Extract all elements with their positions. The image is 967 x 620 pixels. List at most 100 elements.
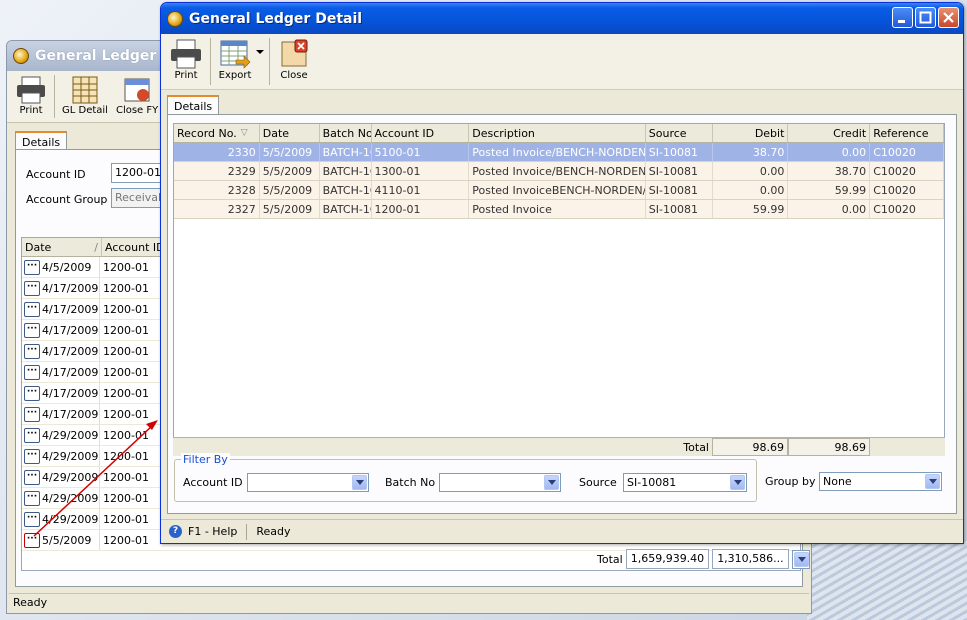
row-date: 4/29/2009 [42, 449, 99, 463]
account-id-label: Account ID [183, 476, 243, 489]
cell-batch-no: BATCH-1C [320, 162, 372, 180]
minimize-icon [898, 20, 905, 23]
row-account-id: 1200-01 [103, 470, 149, 484]
chevron-down-icon [734, 480, 742, 485]
cell-debit: 59.99 [713, 200, 789, 218]
chevron-down-icon [929, 479, 937, 484]
cell-batch-no: BATCH-1C [320, 143, 372, 161]
row-details-button[interactable]: ··· [24, 280, 40, 296]
cell-debit: 0.00 [713, 181, 789, 199]
account-id-label: Account ID [26, 168, 86, 181]
row-details-button[interactable]: ··· [24, 490, 40, 506]
row-account-id: 1200-01 [103, 512, 149, 526]
title-bar[interactable]: General Ledger Detail [161, 3, 963, 34]
row-details-button[interactable]: ··· [24, 301, 40, 317]
column-credit[interactable]: Credit [788, 124, 871, 142]
details-panel: Record No. ▽ Date Batch No Account ID Des… [167, 114, 957, 514]
row-account-id: 1200-01 [103, 386, 149, 400]
cell-credit: 38.70 [788, 162, 871, 180]
cell-record-no: 2329 [174, 162, 260, 180]
tab-details[interactable]: Details [167, 95, 220, 116]
row-date: 4/17/2009 [42, 365, 99, 379]
maximize-icon [919, 11, 932, 24]
row-details-button[interactable]: ··· [24, 448, 40, 464]
chevron-down-icon [356, 480, 364, 485]
printer-icon [171, 39, 201, 69]
total-dropdown[interactable] [791, 549, 810, 569]
desktop-background-decoration [807, 540, 967, 620]
app-icon [13, 48, 29, 64]
row-details-button[interactable]: ··· [24, 469, 40, 485]
row-date: 4/5/2009 [42, 260, 92, 274]
row-account-id: 1200-01 [103, 428, 149, 442]
column-account-id[interactable]: Account ID [372, 124, 470, 142]
column-reference[interactable]: Reference [870, 124, 944, 142]
row-details-button[interactable]: ··· [24, 385, 40, 401]
row-date: 4/29/2009 [42, 491, 99, 505]
row-details-button[interactable]: ··· [24, 532, 40, 548]
row-details-button[interactable]: ··· [24, 322, 40, 338]
general-ledger-detail-window: General Ledger Detail Print Export Close… [160, 2, 964, 544]
row-account-id: 1200-01 [103, 533, 149, 547]
row-details-button[interactable]: ··· [24, 427, 40, 443]
row-account-id: 1200-01 [103, 281, 149, 295]
filter-by-legend: Filter By [181, 453, 230, 466]
print-button[interactable]: Print [11, 73, 51, 118]
close-fy-button[interactable]: Close FY [112, 73, 162, 118]
row-details-button[interactable]: ··· [24, 343, 40, 359]
chevron-down-icon [548, 480, 556, 485]
close-window-button[interactable] [938, 7, 959, 28]
group-by-combo[interactable]: None [819, 472, 942, 491]
column-record-no[interactable]: Record No. ▽ [174, 124, 260, 142]
gl-detail-button[interactable]: GL Detail [58, 73, 112, 118]
close-button[interactable]: Close [273, 36, 315, 83]
print-button[interactable]: Print [165, 36, 207, 83]
gl-detail-label: GL Detail [62, 105, 108, 116]
cell-date: 5/5/2009 [260, 143, 320, 161]
cell-account-id: 1200-01 [372, 200, 470, 218]
account-id-combo[interactable] [247, 473, 369, 492]
column-date[interactable]: Date [260, 124, 320, 142]
source-combo[interactable]: SI-10081 [623, 473, 747, 492]
row-details-button[interactable]: ··· [24, 364, 40, 380]
calendar-close-icon [124, 78, 150, 102]
group-by-label: Group by [765, 475, 816, 488]
minimize-button[interactable] [892, 7, 913, 28]
column-source[interactable]: Source [646, 124, 713, 142]
batch-no-combo[interactable] [439, 473, 561, 492]
cell-account-id: 5100-01 [372, 143, 470, 161]
cell-date: 5/5/2009 [260, 181, 320, 199]
total-credit: 1,310,586... [712, 549, 789, 569]
close-label: Close [280, 70, 308, 81]
row-date: 4/17/2009 [42, 302, 99, 316]
column-date[interactable]: Date / [22, 238, 102, 256]
spreadsheet-export-icon [220, 40, 251, 69]
row-account-id: 1200-01 [103, 260, 149, 274]
help-icon[interactable]: ? [169, 525, 182, 538]
row-details-button[interactable]: ··· [24, 406, 40, 422]
row-account-id: 1200-01 [103, 407, 149, 421]
app-icon [167, 10, 183, 27]
account-group-label: Account Group [26, 193, 108, 206]
ledger-detail-grid: Record No. ▽ Date Batch No Account ID Des… [173, 123, 945, 456]
status-text: Ready [256, 525, 291, 538]
maximize-button[interactable] [915, 7, 936, 28]
column-batch-no[interactable]: Batch No [320, 124, 372, 142]
column-debit[interactable]: Debit [713, 124, 789, 142]
table-row[interactable]: 23285/5/2009BATCH-1C4110-01Posted Invoic… [174, 181, 944, 200]
cell-record-no: 2327 [174, 200, 260, 218]
cell-debit: 38.70 [713, 143, 789, 161]
total-credit: 98.69 [788, 438, 870, 456]
cell-description: Posted Invoice/BENCH-NORDEN/MA [469, 143, 646, 161]
filter-icon: ▽ [240, 128, 248, 138]
row-details-button[interactable]: ··· [24, 511, 40, 527]
dropdown-arrow-icon [256, 50, 264, 54]
table-row[interactable]: 23305/5/2009BATCH-1C5100-01Posted Invoic… [174, 143, 944, 162]
table-row[interactable]: 23295/5/2009BATCH-1C1300-01Posted Invoic… [174, 162, 944, 181]
table-row[interactable]: 23275/5/2009BATCH-1C1200-01Posted Invoic… [174, 200, 944, 219]
row-details-button[interactable]: ··· [24, 259, 40, 275]
grid-total-row: Total 98.69 98.69 [173, 437, 945, 456]
column-description[interactable]: Description [469, 124, 646, 142]
export-button[interactable]: Export [214, 36, 266, 83]
row-account-id: 1200-01 [103, 449, 149, 463]
